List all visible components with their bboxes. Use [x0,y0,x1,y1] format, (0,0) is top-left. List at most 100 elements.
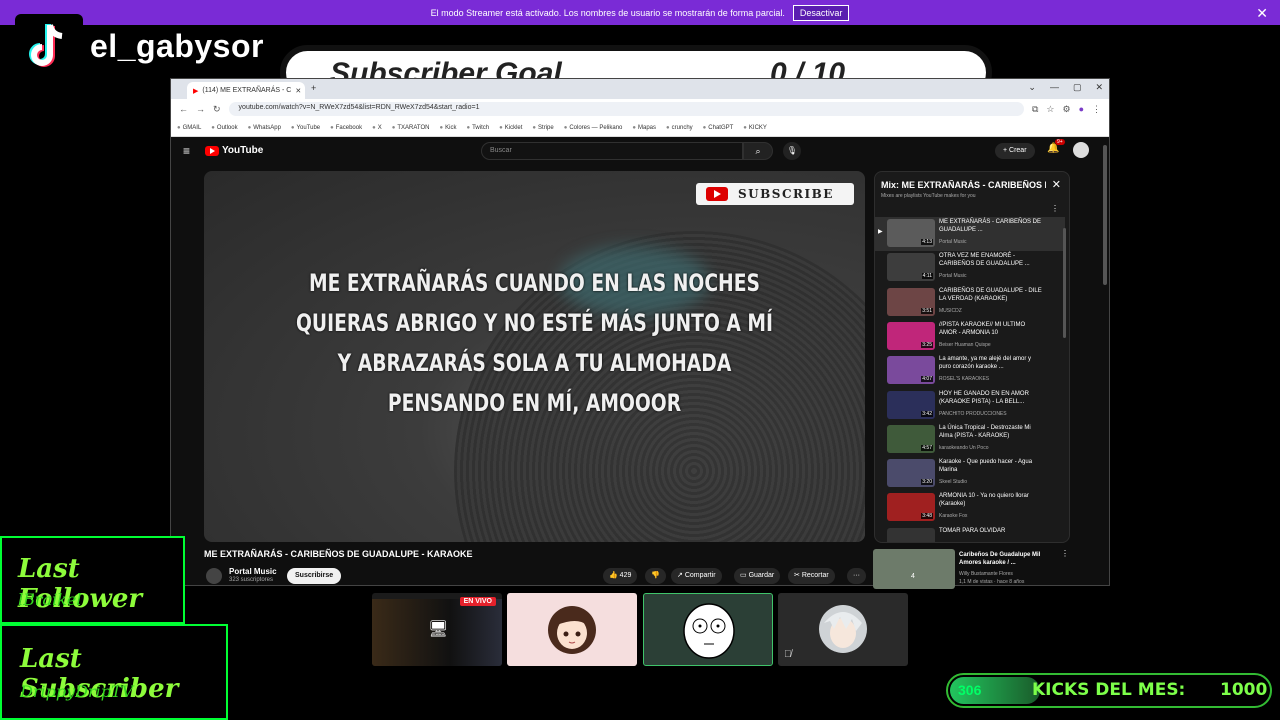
bookmark-item[interactable]: Twitch [466,125,489,131]
bookmark-item[interactable]: X [372,125,382,131]
bookmark-item[interactable]: KICKY [743,125,767,131]
channel-subscriber-count: 323 suscriptores [229,577,274,583]
address-bar[interactable]: youtube.com/watch?v=N_RWeX7zd54&list=RDN… [228,102,1024,116]
cam-tile-anime-avatar[interactable]: 🎙̸ [778,593,908,666]
playlist-menu-icon[interactable]: ⋮ [1051,204,1059,213]
playlist-item[interactable]: 3:48 ARMONIA 10 - Ya no quiero llorar (Ka… [875,491,1065,525]
cam-tile-girl-avatar[interactable] [507,593,637,666]
subscribe-button[interactable]: Suscribirse [287,568,342,584]
bookmark-item[interactable]: crunchy [666,125,693,131]
like-button[interactable]: 👍 429 [603,568,638,584]
live-badge: EN VIVO [459,597,496,606]
profile-icon[interactable]: ● [1079,104,1084,114]
video-title: ME EXTRAÑARÁS - CARIBEÑOS DE GUADALUPE -… [204,549,473,559]
playlist-item[interactable]: 3:51 CARIBEÑOS DE GUADALUPE - DILE LA VER… [875,286,1065,320]
bookmark-item[interactable]: GMAIL [177,125,202,131]
share-button[interactable]: ↗ Compartir [671,568,722,584]
playlist-thumbnail: 4:57 [887,424,935,453]
hamburger-menu-icon[interactable]: ≡ [183,144,190,158]
playlist-item-channel: ROSEL'S KARAOKES [939,376,990,383]
search-icon[interactable]: ⌕ [743,142,773,160]
minimize-icon[interactable]: — [1050,82,1059,93]
address-bar-row: ← → ↻ youtube.com/watch?v=N_RWeX7zd54&li… [171,99,1109,119]
bookmark-item[interactable]: Facebook [330,125,362,131]
playlist-thumbnail: 3:20 [887,459,935,488]
cam-tile-meme-face[interactable] [643,593,773,666]
bookmark-item[interactable]: Stripe [532,125,554,131]
channel-avatar[interactable] [206,568,222,584]
browser-tab-active[interactable]: ▶ (114) ME EXTRAÑARÁS - C ✕ [187,82,305,99]
playlist-item-channel: karaokeando Un Poco [939,444,989,451]
playlist-item[interactable]: TOMAR PARA OLVIDAR [875,526,1065,542]
close-icon[interactable]: ✕ [1052,178,1061,191]
bookmark-item[interactable]: TXARATON [392,125,429,131]
playlist-item-title: Karaoke - Que puedo hacer - Agua Marina [939,459,1033,474]
microphone-icon[interactable]: 🎙 [783,142,801,160]
bookmark-item[interactable]: Mapas [632,125,656,131]
playlist-title: Mix: ME EXTRAÑARÁS - CARIBEÑOS DE GUADAL… [881,180,1046,190]
search-input[interactable]: Buscar [481,142,743,160]
extensions-icon[interactable]: ⚙ [1062,104,1070,115]
playlist-item[interactable]: 3:20 Karaoke - Que puedo hacer - Agua Mar… [875,457,1065,491]
new-tab-icon[interactable]: + [311,83,316,93]
bookmark-item[interactable]: WhatsApp [248,125,281,131]
chevron-down-icon[interactable]: ⌄ [1028,82,1036,93]
playlist-item[interactable]: 3:42 HOY HE GANADO EN EN AMOR (KARAOKE PI… [875,389,1065,423]
bookmark-item[interactable]: Kicklet [499,125,523,131]
more-actions-button[interactable]: ··· [847,568,866,584]
playlist-scrollbar[interactable] [1063,228,1066,338]
bookmark-item[interactable]: ChatGPT [703,125,733,131]
last-subscriber-panel: Last Subscriber DrippyDripTV [0,624,228,720]
scissors-icon: ✂ [794,572,800,579]
bookmarks-bar: GMAIL Outlook WhatsApp YouTube Facebook … [171,119,1109,137]
page-scrollbar[interactable] [1103,145,1107,285]
recommended-menu-icon[interactable]: ⋮ [1061,549,1069,558]
maximize-icon[interactable]: ▢ [1073,82,1082,93]
playlist-item[interactable]: 4:11 OTRA VEZ ME ENAMORÉ - CARIBEÑOS DE G… [875,251,1065,285]
bookmark-item[interactable]: Outlook [211,125,238,131]
playlist-thumbnail: 3:48 [887,493,935,522]
channel-name[interactable]: Portal Music [229,567,277,576]
save-button[interactable]: ▭ Guardar [734,568,781,584]
back-icon[interactable]: ← [179,104,188,114]
menu-dots-icon[interactable]: ⋮ [1092,104,1101,115]
install-icon[interactable]: ⧉ [1032,104,1038,115]
playlist-item[interactable]: ▶ 4:13 ME EXTRAÑARÁS - CARIBEÑOS DE GUADAL… [875,217,1065,251]
karaoke-lyrics: ME EXTRAÑARÁS CUANDO EN LAS NOCHES QUIER… [277,263,793,423]
bookmark-item[interactable]: YouTube [291,125,321,131]
bookmark-star-icon[interactable]: ☆ [1046,104,1054,115]
cam-tile-screen[interactable]: EN VIVO 🖥 [372,593,502,666]
recommended-title: Caribeños De Guadalupe Mil Amores karaok… [959,552,1041,566]
playlist-item[interactable]: 4:07 La amante, ya me alejé del amor y pu… [875,354,1065,388]
bookmark-item[interactable]: Kick [440,125,456,131]
create-button[interactable]: + Crear [995,143,1035,159]
browser-window: ▶ (114) ME EXTRAÑARÁS - C ✕ + ⌄ — ▢ ✕ ← … [170,78,1110,589]
playlist-item[interactable]: 3:25 //PISTA KARAOKE// MI ULTIMO AMOR - A… [875,320,1065,354]
recommended-video-card[interactable]: 4 Caribeños De Guadalupe Mil Amores kara… [873,549,1073,589]
clip-button[interactable]: ✂ Recortar [788,568,835,584]
window-close-icon[interactable]: ✕ [1095,82,1103,93]
video-duration: 3:48 [921,513,933,520]
video-duration: 3:25 [921,341,933,348]
kicks-goal: 1000 [1220,680,1268,700]
playlist-item-title: OTRA VEZ ME ENAMORÉ - CARIBEÑOS DE GUADA… [939,253,1030,268]
last-follower-panel: Last Follower lBraikel [0,536,185,624]
bookmark-item[interactable]: Colores — Pelikano [564,125,622,131]
reload-icon[interactable]: ↻ [213,104,221,115]
forward-icon[interactable]: → [196,104,205,114]
banner-close-icon[interactable]: ✕ [1256,5,1268,22]
youtube-logo[interactable]: YouTube [205,145,263,156]
youtube-header: ≡ YouTube Buscar ⌕ 🎙 + Crear 🔔 9+ [171,137,1109,167]
dislike-button[interactable]: 👎 [645,568,666,584]
playlist-item-title: HOY HE GANADO EN EN AMOR (KARAOKE PISTA)… [939,390,1029,405]
video-player[interactable]: ME EXTRAÑARÁS CUANDO EN LAS NOCHES QUIER… [204,171,865,542]
tab-close-icon[interactable]: ✕ [295,87,301,95]
screen-share-icon: 🖥 [428,621,449,638]
playlist-thumbnail: 4:11 [887,253,935,282]
playlist-item[interactable]: 4:57 La Única Tropical - Destrozaste Mi A… [875,423,1065,457]
kicks-current: 306 [958,682,982,698]
notification-badge: 9+ [1055,139,1065,145]
playlist-item-channel: Karaoke Fox [939,513,968,520]
deactivate-button[interactable]: Desactivar [792,4,850,21]
account-avatar[interactable] [1073,142,1089,158]
